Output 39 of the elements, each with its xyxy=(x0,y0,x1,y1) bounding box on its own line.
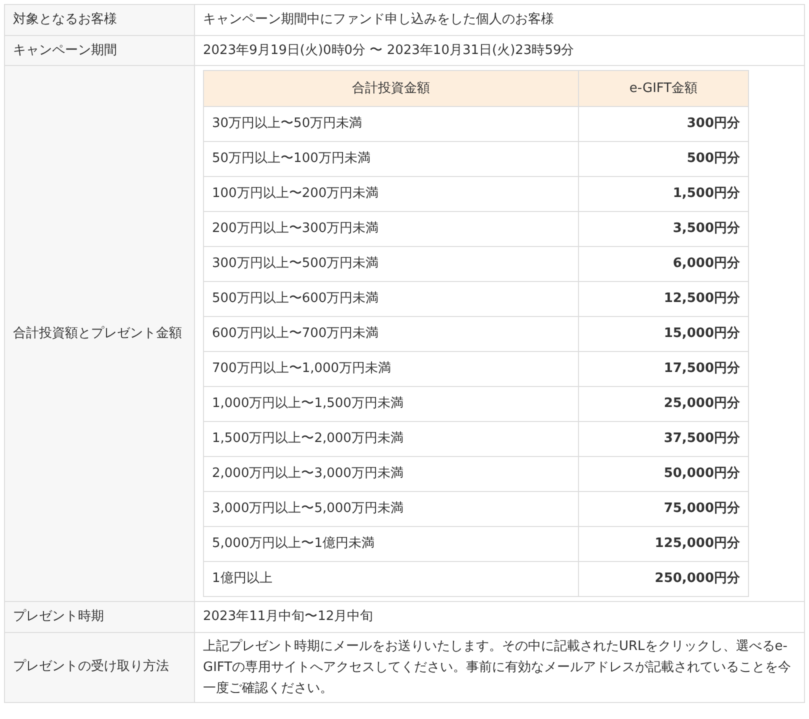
amount-cell: 12,500円分 xyxy=(578,282,748,316)
amount-cell: 6,000円分 xyxy=(578,246,748,282)
range-cell: 200万円以上〜300万円未満 xyxy=(204,212,578,246)
column-header: e-GIFT金額 xyxy=(578,70,748,106)
amount-cell: 3,500円分 xyxy=(578,212,748,246)
range-cell: 700万円以上〜1,000万円未満 xyxy=(204,352,578,386)
row-label: キャンペーン期間 xyxy=(4,35,194,66)
range-cell: 1,000万円以上〜1,500万円未満 xyxy=(204,386,578,422)
amount-cell: 500円分 xyxy=(578,142,748,176)
range-cell: 1,500万円以上〜2,000万円未満 xyxy=(204,422,578,456)
range-cell: 50万円以上〜100万円未満 xyxy=(204,142,578,176)
amount-cell: 50,000円分 xyxy=(578,456,748,492)
range-cell: 2,000万円以上〜3,000万円未満 xyxy=(204,456,578,492)
range-cell: 300万円以上〜500万円未満 xyxy=(204,246,578,282)
amount-cell: 125,000円分 xyxy=(578,526,748,562)
amount-cell: 17,500円分 xyxy=(578,352,748,386)
amount-cell: 15,000円分 xyxy=(578,316,748,352)
amount-cell: 75,000円分 xyxy=(578,492,748,526)
range-cell: 30万円以上〜50万円未満 xyxy=(204,106,578,142)
amount-cell: 1,500円分 xyxy=(578,176,748,212)
column-header: 合計投資金額 xyxy=(204,70,578,106)
row-label: プレゼントの受け取り方法 xyxy=(4,632,194,702)
row-value: 2023年9月19日(火)0時0分 〜 2023年10月31日(火)23時59分 xyxy=(194,35,804,66)
row-label: 合計投資額とプレゼント金額 xyxy=(4,66,194,602)
range-cell: 5,000万円以上〜1億円未満 xyxy=(204,526,578,562)
range-cell: 100万円以上〜200万円未満 xyxy=(204,176,578,212)
range-cell: 1億円以上 xyxy=(204,562,578,596)
range-cell: 3,000万円以上〜5,000万円未満 xyxy=(204,492,578,526)
amount-cell: 300円分 xyxy=(578,106,748,142)
amount-cell: 250,000円分 xyxy=(578,562,748,596)
amount-cell: 25,000円分 xyxy=(578,386,748,422)
row-label: プレゼント時期 xyxy=(4,602,194,632)
range-cell: 600万円以上〜700万円未満 xyxy=(204,316,578,352)
row-value: 上記プレゼント時期にメールをお送りいたします。その中に記載されたURLをクリックし、選べるe-GIFTの専用サイトへアクセスしてください。事前に有効なメールアドレスが記載されていることを今一度ご確認ください。 xyxy=(194,632,804,702)
row-value: キャンペーン期間中にファンド申し込みをした個人のお客様 xyxy=(194,4,804,35)
row-value: 2023年11月中旬〜12月中旬 xyxy=(194,602,804,632)
range-cell: 500万円以上〜600万円未満 xyxy=(204,282,578,316)
row-label: 対象となるお客様 xyxy=(4,4,194,35)
amount-cell: 37,500円分 xyxy=(578,422,748,456)
